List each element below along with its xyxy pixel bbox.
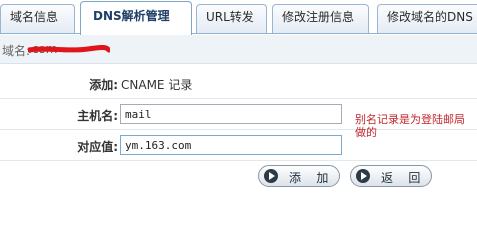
host-label: 主机名:: [77, 109, 118, 123]
play-icon: [356, 169, 370, 183]
add-button[interactable]: 添 加: [258, 165, 340, 187]
domain-label: 域名:: [2, 44, 31, 58]
add-button-label: 添 加: [289, 171, 335, 185]
redaction-mark: [28, 45, 110, 53]
tab-url-forwarding[interactable]: URL转发: [196, 4, 267, 34]
tab-modify-registration[interactable]: 修改注册信息: [272, 4, 369, 34]
record-type-row: 添加: CNAME 记录: [0, 65, 477, 99]
back-button[interactable]: 返 回: [350, 165, 432, 187]
play-icon: [264, 169, 278, 183]
target-label: 对应值:: [77, 140, 118, 154]
tab-dns-management[interactable]: DNS解析管理: [80, 1, 192, 35]
tab-modify-dns[interactable]: 修改域名的DNS: [377, 4, 477, 34]
host-input[interactable]: [120, 104, 342, 124]
domain-info-bar: 域名: .com: [0, 35, 477, 64]
annotation-note: 别名记录是为登陆邮局做的: [355, 113, 465, 139]
back-button-label: 返 回: [381, 171, 427, 185]
record-type-value: CNAME 记录: [121, 78, 193, 92]
tab-domain-info[interactable]: 域名信息: [0, 4, 75, 34]
record-type-label: 添加:: [89, 78, 118, 92]
target-input[interactable]: [120, 135, 342, 155]
tab-bar: 域名信息 DNS解析管理 URL转发 修改注册信息 修改域名的DNS: [0, 0, 477, 35]
